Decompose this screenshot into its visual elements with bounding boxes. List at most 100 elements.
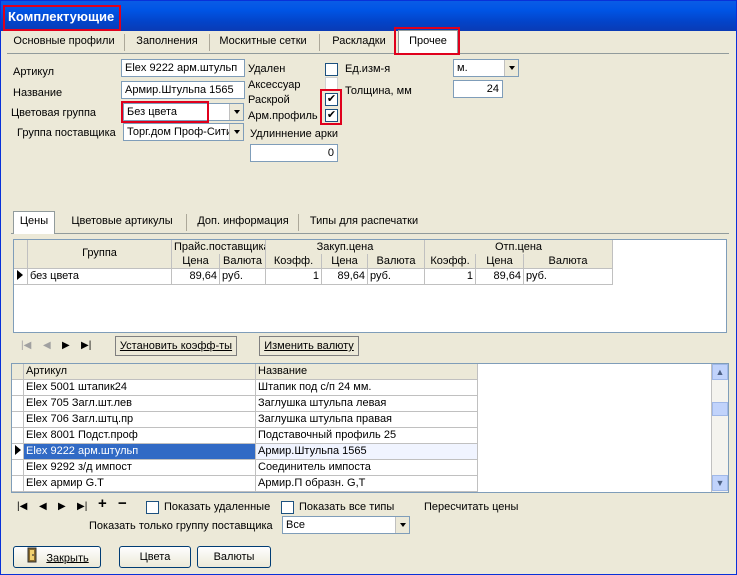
tab-separator — [186, 214, 187, 231]
column-header[interactable]: Цена — [476, 254, 524, 269]
tab-extra-info[interactable]: Доп. информация — [191, 211, 295, 233]
tab-color-articles[interactable]: Цветовые артикулы — [63, 211, 181, 233]
door-exit-icon — [25, 547, 39, 570]
currencies-button[interactable]: Валюты — [197, 546, 271, 568]
price-cell[interactable]: 1 — [266, 269, 322, 285]
item-article-cell[interactable]: Elex 9292 з/д импост — [24, 460, 256, 476]
price-cell[interactable]: 89,64 — [476, 269, 524, 285]
column-header[interactable]: Цена — [172, 254, 220, 269]
row-indicator — [14, 269, 28, 285]
change-currency-button[interactable]: Изменить валюту — [259, 336, 359, 356]
tab-separator — [319, 34, 320, 51]
item-name-cell[interactable]: Подставочный профиль 25 — [256, 428, 478, 444]
thickness-field[interactable]: 24 — [453, 80, 503, 98]
tab-mosquito-nets[interactable]: Москитные сетки — [213, 31, 313, 53]
supplier-group-label: Группа поставщика — [17, 127, 116, 139]
item-article-cell[interactable]: Elex 5001 штапик24 — [24, 380, 256, 396]
item-article-cell-selected[interactable]: Elex 9222 арм.штульп — [24, 444, 256, 460]
tab-print-types[interactable]: Типы для распечатки — [303, 211, 425, 233]
checkbox-highlight — [320, 89, 342, 125]
nav-next-icon[interactable]: ▶ — [58, 501, 66, 513]
tab-separator — [298, 214, 299, 231]
close-button[interactable]: Закрыть — [13, 546, 101, 568]
tab-prices[interactable]: Цены — [13, 211, 55, 233]
deleted-checkbox[interactable] — [325, 63, 338, 76]
show-deleted-checkbox[interactable] — [146, 501, 159, 514]
name-field[interactable]: Армир.Штульпа 1565 — [121, 81, 245, 99]
article-column-header[interactable]: Артикул — [24, 364, 256, 380]
item-name-cell[interactable]: Заглушка штульпа левая — [256, 396, 478, 412]
price-cell[interactable]: 89,64 — [322, 269, 368, 285]
column-header[interactable]: Коэфф. — [425, 254, 476, 269]
item-name-cell[interactable]: Заглушка штульпа правая — [256, 412, 478, 428]
supplier-group-value: Торг.дом Проф-Сити — [127, 126, 233, 138]
nav-next-icon[interactable]: ▶ — [62, 340, 70, 352]
column-header[interactable]: Валюта — [220, 254, 266, 269]
item-name-cell[interactable]: Соединитель импоста — [256, 460, 478, 476]
tab-other-highlight — [394, 27, 460, 55]
item-article-cell[interactable]: Elex 706 Загл.штц.пр — [24, 412, 256, 428]
unit-select[interactable]: м. — [453, 59, 519, 77]
supplier-group-select[interactable]: Торг.дом Проф-Сити — [123, 123, 244, 141]
column-header[interactable]: Валюта — [524, 254, 613, 269]
name-label: Название — [13, 87, 63, 99]
scroll-up-icon[interactable]: ▲ — [712, 364, 728, 380]
row-indicator — [12, 444, 24, 460]
item-article-cell[interactable]: Elex 705 Загл.шт.лев — [24, 396, 256, 412]
group-header[interactable]: Группа — [28, 240, 172, 269]
nav-first-icon[interactable]: |◀ — [17, 501, 27, 513]
price-cell[interactable]: руб. — [368, 269, 425, 285]
items-scrollbar[interactable]: ▲ ▼ — [711, 364, 728, 492]
price-cell[interactable]: руб. — [524, 269, 613, 285]
row-pointer-icon — [15, 445, 21, 455]
supplier-filter-value: Все — [286, 519, 305, 531]
close-label: Закрыть — [46, 552, 89, 565]
column-header[interactable]: Коэфф. — [266, 254, 322, 269]
item-name-cell[interactable]: Штапик под с/п 24 мм. — [256, 380, 478, 396]
price-cell[interactable]: руб. — [220, 269, 266, 285]
column-header[interactable]: Цена — [322, 254, 368, 269]
item-name-cell-selected[interactable]: Армир.Штульпа 1565 — [256, 444, 478, 460]
thickness-label: Толщина, мм — [345, 85, 412, 97]
add-icon[interactable]: + — [98, 496, 107, 511]
price-grid[interactable]: Группа Прайс.поставщика Закуп.цена Отп.ц… — [13, 239, 727, 333]
sub-tab-baseline — [11, 233, 729, 234]
nav-first-icon[interactable]: |◀ — [21, 340, 31, 352]
chevron-down-icon[interactable] — [229, 124, 243, 140]
tab-main-profiles[interactable]: Основные профили — [9, 31, 119, 53]
price-cell-group[interactable]: без цвета — [28, 269, 172, 285]
arc-extension-field[interactable]: 0 — [250, 144, 338, 162]
colors-button[interactable]: Цвета — [119, 546, 191, 568]
price-cell[interactable]: 89,64 — [172, 269, 220, 285]
scroll-down-icon[interactable]: ▼ — [712, 475, 728, 491]
row-indicator — [12, 428, 24, 444]
row-indicator — [12, 476, 24, 492]
column-header[interactable]: Валюта — [368, 254, 425, 269]
supplier-filter-label: Показать только группу поставщика — [89, 520, 273, 532]
tab-layouts[interactable]: Раскладки — [323, 31, 395, 53]
chevron-down-icon[interactable] — [229, 104, 243, 120]
item-name-cell[interactable]: Армир.П образн. G,T — [256, 476, 478, 492]
chevron-down-icon[interactable] — [395, 517, 409, 533]
tab-fillings[interactable]: Заполнения — [129, 31, 205, 53]
title-highlight — [3, 5, 121, 31]
recalc-prices-link[interactable]: Пересчитать цены — [424, 501, 518, 513]
chevron-down-icon[interactable] — [504, 60, 518, 76]
scroll-thumb[interactable] — [712, 402, 728, 416]
nav-last-icon[interactable]: ▶| — [81, 340, 91, 352]
remove-icon[interactable]: − — [118, 496, 127, 511]
set-coeffs-button[interactable]: Установить коэфф-ты — [115, 336, 237, 356]
price-cell[interactable]: 1 — [425, 269, 476, 285]
show-all-types-label: Показать все типы — [299, 501, 395, 513]
supplier-filter-select[interactable]: Все — [282, 516, 410, 534]
nav-last-icon[interactable]: ▶| — [77, 501, 87, 513]
item-article-cell[interactable]: Elex армир G.T — [24, 476, 256, 492]
row-pointer-icon — [17, 270, 23, 280]
show-all-types-checkbox[interactable] — [281, 501, 294, 514]
nav-prev-icon[interactable]: ◀ — [43, 340, 51, 352]
item-article-cell[interactable]: Elex 8001 Подст.проф — [24, 428, 256, 444]
article-field[interactable]: Elex 9222 арм.штульп — [121, 59, 245, 77]
nav-prev-icon[interactable]: ◀ — [39, 501, 47, 513]
name-column-header[interactable]: Название — [256, 364, 478, 380]
items-grid[interactable]: Артикул Название Elex 5001 штапик24 Штап… — [11, 363, 729, 493]
